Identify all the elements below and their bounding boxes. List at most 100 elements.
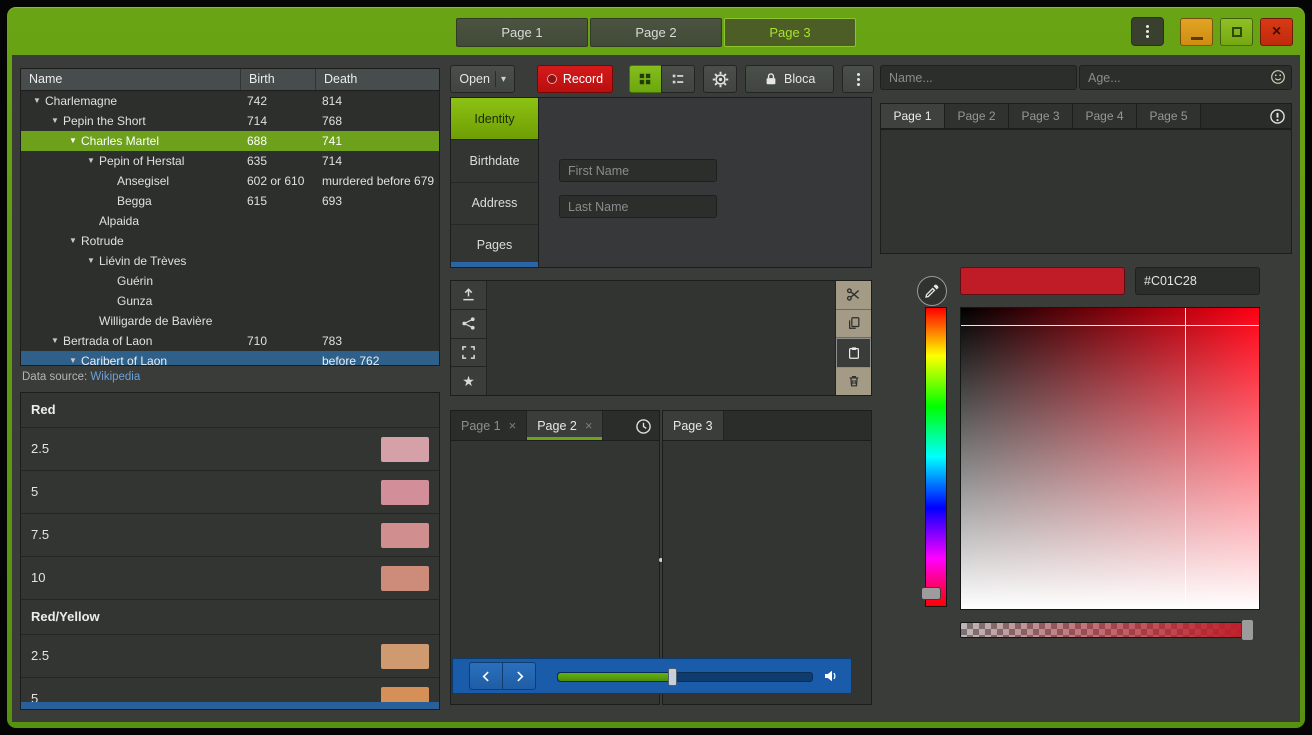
expander-icon[interactable]: ▼ [65, 351, 81, 366]
stack-tab-birthdate[interactable]: Birthdate [451, 140, 538, 182]
stack-tab-identity[interactable]: Identity [451, 98, 538, 140]
trash-icon [847, 374, 861, 388]
tab-page2[interactable]: Page 2 [945, 104, 1009, 128]
open-menubutton[interactable]: Open ▾ [450, 65, 515, 93]
tab-page1[interactable]: Page 1 × [451, 411, 527, 440]
previous-button[interactable] [469, 662, 503, 690]
expander-icon[interactable]: ▼ [47, 111, 63, 131]
cell-birth: 615 [241, 191, 316, 211]
titlebar[interactable]: Page 1 Page 2 Page 3 × [7, 7, 1305, 55]
overflow-menu-button[interactable] [842, 65, 874, 93]
table-row[interactable]: ▼Rotrude [21, 231, 439, 251]
name-field[interactable] [880, 65, 1077, 90]
list-item[interactable]: 2.5 [21, 428, 439, 471]
table-row[interactable]: Willigarde de Bavière [21, 311, 439, 331]
list-item[interactable]: 10 [21, 557, 439, 600]
eyedropper-button[interactable] [917, 276, 947, 306]
tab-page3[interactable]: Page 3 [1009, 104, 1073, 128]
column-header-name[interactable]: Name [21, 69, 241, 90]
table-row[interactable]: ▼Pepin of Herstal 635 714 [21, 151, 439, 171]
share-button[interactable] [451, 310, 486, 339]
tab-page2[interactable]: Page 2 × [527, 411, 603, 440]
right-panel-tab-bar: Page 1 Page 2 Page 3 Page 4 Page 5 [880, 103, 1292, 129]
table-row[interactable]: ▼Charlemagne 742 814 [21, 91, 439, 111]
tab-close-icon[interactable]: × [585, 418, 593, 433]
stack-tab-address[interactable]: Address [451, 183, 538, 225]
table-row-selected[interactable]: ▼Charles Martel 688 741 [21, 131, 439, 151]
maximize-button[interactable] [1220, 18, 1253, 46]
lock-button[interactable]: Bloca [745, 65, 834, 93]
slider-handle[interactable] [668, 668, 677, 686]
expander-icon[interactable]: ▼ [83, 251, 99, 271]
close-button[interactable]: × [1260, 18, 1293, 46]
color-swatch [381, 480, 429, 505]
tab-close-icon[interactable]: × [509, 418, 517, 433]
expander-icon[interactable]: ▼ [65, 131, 81, 151]
icon-panel: ★ [450, 280, 872, 396]
hue-slider[interactable] [925, 307, 947, 607]
age-field[interactable] [1079, 65, 1292, 90]
scale-value: 10 [31, 557, 45, 599]
stack-tab-pages[interactable]: Pages [451, 225, 538, 267]
expander-icon[interactable]: ▼ [47, 331, 63, 351]
titlebar-tab-page2[interactable]: Page 2 [590, 18, 722, 47]
menu-button[interactable] [1131, 17, 1164, 46]
list-item[interactable]: 7.5 [21, 514, 439, 557]
table-row[interactable]: Gunza [21, 291, 439, 311]
table-row[interactable]: Begga 615 693 [21, 191, 439, 211]
titlebar-tab-page3[interactable]: Page 3 [724, 18, 856, 47]
tab-page3[interactable]: Page 3 [663, 411, 724, 440]
table-row[interactable]: ▼Bertrada of Laon 710 783 [21, 331, 439, 351]
tab-page5[interactable]: Page 5 [1137, 104, 1201, 128]
notebook-left-tab-bar: Page 1 × Page 2 × [451, 411, 659, 441]
delete-button[interactable] [836, 368, 871, 396]
grid-view-toggle[interactable] [629, 65, 663, 93]
record-button[interactable]: Record [537, 65, 612, 93]
saturation-value-plane[interactable] [960, 307, 1260, 610]
favorite-button[interactable]: ★ [451, 367, 486, 395]
alpha-slider-handle[interactable] [1241, 619, 1254, 641]
expander-icon[interactable]: ▼ [83, 151, 99, 171]
cell-name: Begga [117, 191, 152, 211]
table-row-selected[interactable]: ▼Caribert of Laon before 762 [21, 351, 439, 366]
column-header-death[interactable]: Death [316, 69, 439, 90]
expander-icon[interactable]: ▼ [65, 231, 81, 251]
color-scale-list: Red 2.5 5 7.5 10 Red/Yellow 2.5 [20, 392, 440, 710]
list-item[interactable]: 2.5 [21, 635, 439, 678]
tab-page4[interactable]: Page 4 [1073, 104, 1137, 128]
table-row[interactable]: Ansegisel 602 or 610 murdered before 679 [21, 171, 439, 191]
table-row[interactable]: Guérin [21, 271, 439, 291]
settings-button[interactable] [703, 65, 737, 93]
star-icon: ★ [462, 373, 475, 390]
minimize-button[interactable] [1180, 18, 1213, 46]
next-button[interactable] [502, 662, 536, 690]
table-row[interactable]: ▼Liévin de Trèves [21, 251, 439, 271]
last-name-field[interactable] [559, 195, 717, 218]
cut-button[interactable] [836, 281, 871, 310]
hue-slider-handle[interactable] [921, 587, 941, 600]
upload-button[interactable] [451, 281, 486, 310]
first-name-field[interactable] [559, 159, 717, 182]
list-view-toggle[interactable] [661, 65, 695, 93]
copy-button[interactable] [836, 310, 871, 339]
fullscreen-button[interactable] [451, 339, 486, 368]
history-button[interactable] [631, 414, 656, 438]
column-header-birth[interactable]: Birth [241, 69, 316, 90]
emoji-picker-icon[interactable] [1270, 69, 1286, 85]
tab-page1[interactable]: Page 1 [881, 104, 945, 128]
alpha-slider[interactable] [960, 622, 1252, 638]
hex-color-input[interactable] [1135, 267, 1260, 295]
table-row[interactable]: Alpaida [21, 211, 439, 231]
info-button[interactable] [1266, 105, 1288, 127]
table-row[interactable]: ▼Pepin the Short 714 768 [21, 111, 439, 131]
scroll-edge-indicator [21, 702, 439, 709]
paste-button[interactable] [836, 338, 871, 368]
titlebar-tab-page1[interactable]: Page 1 [456, 18, 588, 47]
media-bar [452, 658, 852, 694]
data-source-link[interactable]: Wikipedia [90, 371, 140, 383]
volume-button[interactable] [823, 668, 839, 684]
list-item[interactable]: 5 [21, 471, 439, 514]
current-color-swatch[interactable] [960, 267, 1125, 295]
expander-icon[interactable]: ▼ [29, 91, 45, 111]
seek-slider[interactable] [557, 672, 813, 682]
